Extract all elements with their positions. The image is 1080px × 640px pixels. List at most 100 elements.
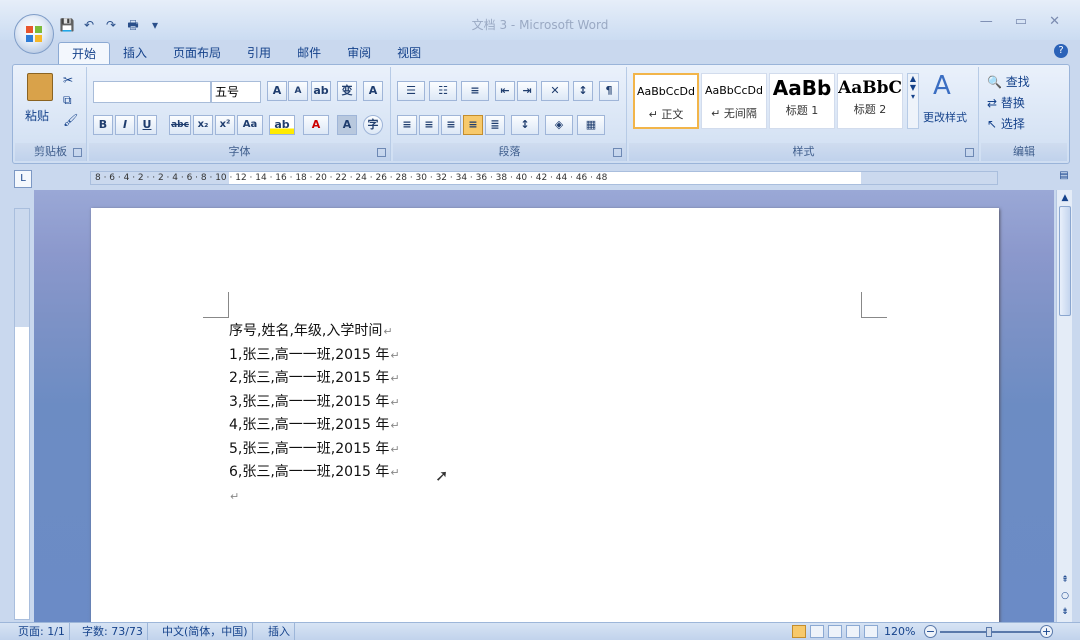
zoom-slider[interactable] — [940, 627, 1040, 637]
clear-format-icon[interactable]: ab — [311, 81, 331, 101]
vertical-ruler[interactable] — [14, 208, 30, 620]
justify-icon[interactable]: ≡ — [463, 115, 483, 135]
chinese-layout-icon[interactable]: ✕ — [541, 81, 569, 101]
paste-button[interactable]: 粘贴 — [25, 107, 49, 124]
strikethrough-icon[interactable]: abc — [169, 115, 191, 135]
replace-button[interactable]: ⇄ 替换 — [987, 94, 1025, 111]
style-heading-1[interactable]: AaBb 标题 1 — [769, 73, 835, 129]
borders-icon[interactable]: ▦ — [577, 115, 605, 135]
word-count[interactable]: 字数: 73/73 — [78, 623, 148, 640]
customize-qat-icon[interactable]: ▾ — [146, 17, 164, 33]
find-button[interactable]: 🔍 查找 — [987, 73, 1030, 90]
close-icon[interactable]: ✕ — [1049, 14, 1060, 29]
underline-icon[interactable]: U — [137, 115, 157, 135]
scroll-thumb[interactable] — [1059, 206, 1071, 316]
margin-corner-left — [203, 292, 229, 318]
styles-scroll[interactable]: ▲ ▼ ▾ — [907, 73, 919, 129]
shading-icon[interactable]: ◈ — [545, 115, 573, 135]
highlight-icon[interactable]: ab — [269, 115, 295, 135]
italic-icon[interactable]: I — [115, 115, 135, 135]
tab-mailings[interactable]: 邮件 — [284, 42, 334, 64]
paragraph-launcher-icon[interactable] — [613, 148, 622, 157]
tab-references[interactable]: 引用 — [234, 42, 284, 64]
change-styles-button[interactable]: 更改样式 — [923, 109, 967, 125]
align-center-icon[interactable]: ≡ — [419, 115, 439, 135]
help-icon[interactable]: ? — [1054, 44, 1068, 58]
clipboard-launcher-icon[interactable] — [73, 148, 82, 157]
browse-object-icon[interactable]: ○ — [1059, 590, 1071, 602]
language-status[interactable]: 中文(简体，中国) — [158, 623, 253, 640]
paste-icon[interactable] — [27, 73, 53, 101]
tab-selector-icon[interactable]: L — [14, 170, 32, 188]
quick-access-toolbar: 💾 ↶ ↷ 🖶 ▾ — [58, 16, 164, 34]
insert-mode[interactable]: 插入 — [264, 623, 295, 640]
font-size-combo[interactable]: 五号 — [211, 81, 261, 103]
print-layout-view-icon[interactable] — [792, 625, 806, 638]
undo-icon[interactable]: ↶ — [80, 17, 98, 33]
bold-icon[interactable]: B — [93, 115, 113, 135]
format-painter-icon[interactable]: 🖌 — [63, 113, 78, 127]
ruler-toggle-icon[interactable]: ▤ — [1055, 170, 1073, 188]
bullets-icon[interactable]: ☰ — [397, 81, 425, 101]
vertical-scrollbar[interactable]: ▲ ⇞ ○ ⇟ — [1056, 190, 1072, 622]
zoom-level[interactable]: 120% — [884, 623, 915, 640]
zoom-slider-knob[interactable] — [986, 627, 992, 637]
font-name-combo[interactable] — [93, 81, 211, 103]
select-label: 选择 — [1000, 117, 1025, 131]
distributed-icon[interactable]: ≣ — [485, 115, 505, 135]
tab-home[interactable]: 开始 — [58, 42, 111, 64]
scroll-up-icon[interactable]: ▲ — [1059, 192, 1071, 204]
tab-view[interactable]: 视图 — [384, 42, 434, 64]
draft-view-icon[interactable] — [864, 625, 878, 638]
tab-page-layout[interactable]: 页面布局 — [160, 42, 234, 64]
style-no-spacing[interactable]: AaBbCcDd ↵ 无间隔 — [701, 73, 767, 129]
full-screen-view-icon[interactable] — [810, 625, 824, 638]
document-body[interactable]: 序号,姓名,年级,入学时间↵ 1,张三,高一一班,2015 年↵ 2,张三,高一… — [229, 320, 400, 508]
increase-indent-icon[interactable]: ⇥ — [517, 81, 537, 101]
select-button[interactable]: ↖ 选择 — [987, 115, 1025, 132]
outline-view-icon[interactable] — [846, 625, 860, 638]
print-preview-icon[interactable]: 🖶 — [124, 17, 142, 33]
tab-review[interactable]: 审阅 — [334, 42, 384, 64]
font-launcher-icon[interactable] — [377, 148, 386, 157]
horizontal-ruler[interactable]: 8 · 6 · 4 · 2 · · 2 · 4 · 6 · 8 · 10 · 1… — [90, 171, 998, 185]
maximize-icon[interactable]: ▭ — [1015, 14, 1027, 29]
font-color-icon[interactable]: A — [303, 115, 329, 135]
redo-icon[interactable]: ↷ — [102, 17, 120, 33]
zoom-out-icon[interactable]: − — [924, 625, 937, 638]
sort-icon[interactable]: ↕ — [573, 81, 593, 101]
multilevel-list-icon[interactable]: ≡ — [461, 81, 489, 101]
shrink-font-icon[interactable]: A — [288, 81, 308, 101]
document-page[interactable]: 序号,姓名,年级,入学时间↵ 1,张三,高一一班,2015 年↵ 2,张三,高一… — [91, 208, 999, 622]
phonetic-icon[interactable]: 变 — [337, 81, 357, 101]
ribbon: 粘贴 ✂ ⧉ 🖌 剪贴板 五号 A A ab 变 A B I U abc x₂ … — [12, 64, 1070, 164]
change-case-icon[interactable]: Aa — [237, 115, 263, 135]
line-spacing-icon[interactable]: ↕ — [511, 115, 539, 135]
enclose-char-icon[interactable]: 字 — [363, 115, 383, 135]
minimize-icon[interactable]: — — [980, 14, 993, 29]
decrease-indent-icon[interactable]: ⇤ — [495, 81, 515, 101]
save-icon[interactable]: 💾 — [58, 17, 76, 33]
web-layout-view-icon[interactable] — [828, 625, 842, 638]
superscript-icon[interactable]: x² — [215, 115, 235, 135]
char-shading-icon[interactable]: A — [337, 115, 357, 135]
grow-font-icon[interactable]: A — [267, 81, 287, 101]
previous-page-icon[interactable]: ⇞ — [1059, 574, 1071, 586]
right-margin-area — [861, 172, 997, 184]
show-marks-icon[interactable]: ¶ — [599, 81, 619, 101]
numbering-icon[interactable]: ☷ — [429, 81, 457, 101]
style-heading-2[interactable]: AaBbC 标题 2 — [837, 73, 903, 129]
copy-icon[interactable]: ⧉ — [63, 93, 72, 108]
cut-icon[interactable]: ✂ — [63, 73, 73, 87]
align-left-icon[interactable]: ≡ — [397, 115, 417, 135]
tab-insert[interactable]: 插入 — [110, 42, 160, 64]
subscript-icon[interactable]: x₂ — [193, 115, 213, 135]
styles-launcher-icon[interactable] — [965, 148, 974, 157]
office-button[interactable] — [14, 14, 54, 54]
next-page-icon[interactable]: ⇟ — [1059, 606, 1071, 618]
style-normal[interactable]: AaBbCcDd ↵ 正文 — [633, 73, 699, 129]
align-right-icon[interactable]: ≡ — [441, 115, 461, 135]
zoom-in-icon[interactable]: + — [1040, 625, 1053, 638]
page-count[interactable]: 页面: 1/1 — [14, 623, 70, 640]
char-border-icon[interactable]: A — [363, 81, 383, 101]
